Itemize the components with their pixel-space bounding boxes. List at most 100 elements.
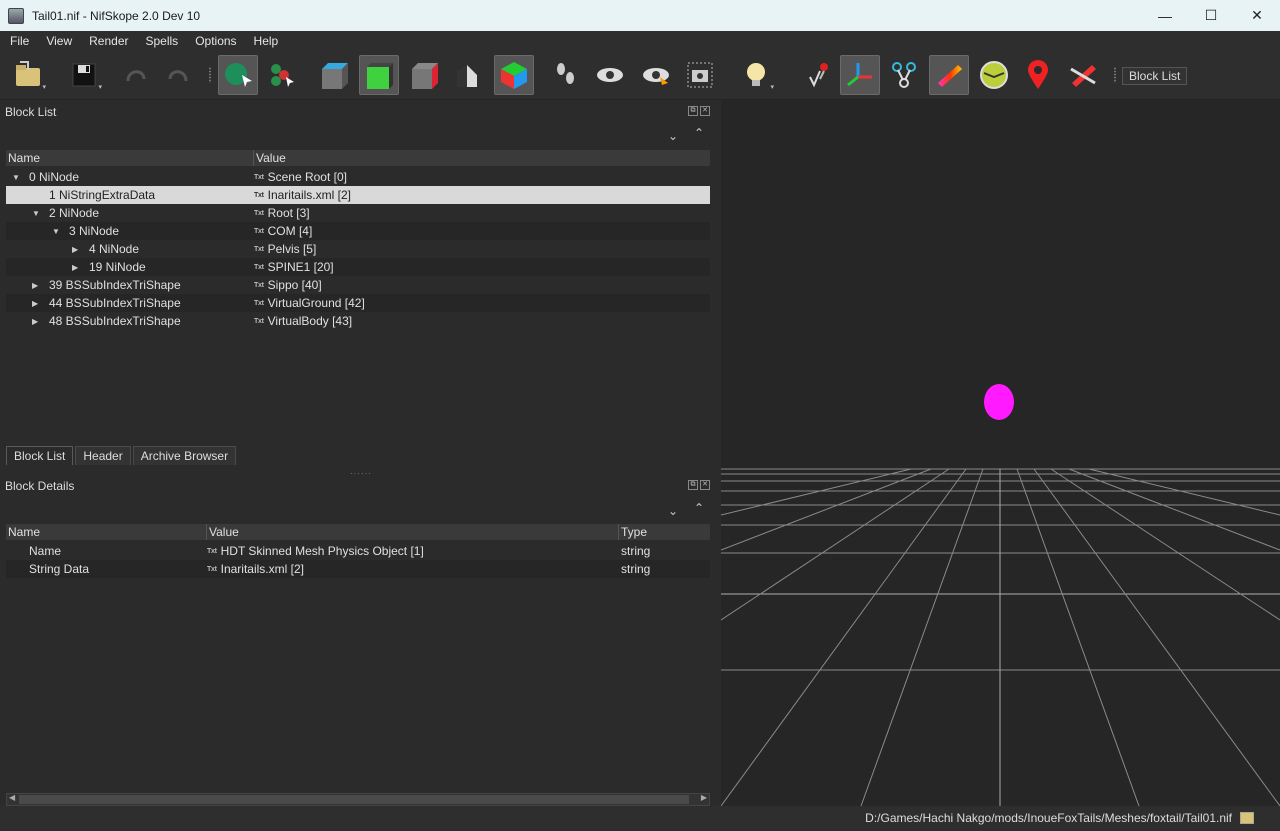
show-collision-button[interactable] [929,55,969,95]
expand-arrow-icon[interactable]: ▶ [32,317,38,326]
minimize-button[interactable]: — [1142,0,1188,31]
toolbar-grip[interactable] [208,67,212,83]
show-axes-button[interactable] [798,55,838,95]
tab-block-list[interactable]: Block List [6,446,74,465]
menu-file[interactable]: File [0,34,36,48]
collapse-all-button[interactable]: ⌃ [694,126,704,140]
undo-button[interactable] [116,55,156,95]
tree-row[interactable]: ▶ 48 BSSubIndexTriShape Txt VirtualBody [4… [6,312,710,330]
expand-arrow-icon[interactable]: ▶ [32,299,38,308]
tree-row[interactable]: ▶ 4 NiNode Txt Pelvis [5] [6,240,710,258]
column-type-header[interactable]: Type [619,524,710,540]
toolbar-grip-2[interactable] [1113,67,1117,83]
scroll-left-arrow-icon[interactable]: ◀ [9,793,15,802]
block-list-dock-buttons: ⧉ ✕ [688,106,710,116]
detail-row[interactable]: String Data Txt Inaritails.xml [2] string [6,560,710,578]
tab-header[interactable]: Header [75,446,131,465]
menu-render[interactable]: Render [79,34,135,48]
panel-splitter-handle[interactable]: ······ [350,469,372,478]
menu-view[interactable]: View [36,34,79,48]
menu-options[interactable]: Options [185,34,243,48]
walk-button[interactable] [546,55,586,95]
scroll-right-arrow-icon[interactable]: ▶ [701,793,707,802]
show-bones-button[interactable] [884,55,924,95]
undo-icon [126,70,146,82]
detail-row[interactable]: Name Txt HDT Skinned Mesh Physics Object … [6,542,710,560]
redo-icon [168,70,188,82]
clock-icon [980,61,1008,89]
view-walk-button[interactable] [449,55,489,95]
float-panel-icon[interactable]: ⧉ [688,480,698,490]
screenshot-button[interactable] [680,55,720,95]
menu-spells[interactable]: Spells [136,34,186,48]
expand-arrow-icon[interactable]: ▶ [32,281,38,290]
collapse-arrow-icon[interactable]: ▼ [12,173,20,182]
main-toolbar: ▾ ▾ ▾ Block List [0,51,1280,100]
float-panel-icon[interactable]: ⧉ [688,106,698,116]
show-markers-button[interactable] [1018,55,1058,95]
view-red-side-button[interactable] [404,55,444,95]
block-details-table[interactable]: Name Value Type Name Txt HDT Skinned Mesh… [6,524,710,578]
lighting-button[interactable]: ▾ [736,55,776,95]
tree-row[interactable]: ▶ 44 BSSubIndexTriShape Txt VirtualGround … [6,294,710,312]
footsteps-icon [557,63,574,84]
text-type-icon: Txt [207,565,217,573]
column-value-header[interactable]: Value [207,524,619,540]
select-object-button[interactable] [218,55,258,95]
pink-marker-object[interactable] [984,384,1014,420]
collapse-arrow-icon[interactable]: ▼ [52,227,60,236]
cube-rgb-icon [501,62,527,89]
maximize-button[interactable]: ☐ [1188,0,1234,31]
tree-row[interactable]: ▼ 0 NiNode Txt Scene Root [0] [6,168,710,186]
details-expand-all-button[interactable]: ⌄ [668,504,678,518]
render-viewport[interactable] [721,100,1280,806]
block-list-tree[interactable]: Name Value ▼ 0 NiNode Txt Scene Root [0] 1… [6,150,710,330]
tree-row[interactable]: ▶ 39 BSSubIndexTriShape Txt Sippo [40] [6,276,710,294]
block-list-header: Name Value [6,150,710,167]
expand-arrow-icon[interactable]: ▶ [72,245,78,254]
hide-markers-button[interactable] [1063,55,1103,95]
collapse-arrow-icon[interactable]: ▼ [32,209,40,218]
text-type-icon: Txt [254,191,264,199]
show-hidden-button[interactable] [590,55,630,95]
detail-value: Inaritails.xml [2] [220,562,304,576]
folder-icon [16,61,40,86]
close-panel-icon[interactable]: ✕ [700,106,710,116]
menu-help[interactable]: Help [244,34,286,48]
scrollbar-thumb[interactable] [19,795,689,804]
text-type-icon: Txt [254,263,264,271]
text-type-icon: Txt [254,299,264,307]
show-nodes-button[interactable] [636,55,676,95]
close-button[interactable]: ✕ [1234,0,1280,31]
view-green-box-button[interactable] [359,55,399,95]
axes-button[interactable] [840,55,880,95]
column-name-header[interactable]: Name [6,524,207,540]
column-name-header[interactable]: Name [6,150,254,166]
tree-row[interactable]: ▼ 2 NiNode Txt Root [3] [6,204,710,222]
open-file-button[interactable]: ▾ [8,55,48,95]
tree-row-selected[interactable]: 1 NiStringExtraData Txt Inaritails.xml [2… [6,186,710,204]
tab-archive-browser[interactable]: Archive Browser [132,446,237,465]
select-vertex-button[interactable] [262,55,302,95]
close-panel-icon[interactable]: ✕ [700,480,710,490]
show-constraints-button[interactable] [974,55,1014,95]
tree-row[interactable]: ▶ 19 NiNode Txt SPINE1 [20] [6,258,710,276]
block-list-toolbar-button[interactable]: Block List [1122,67,1188,85]
viewport-scene[interactable] [721,100,1280,806]
folder-icon[interactable] [1240,812,1254,824]
tree-row[interactable]: ▼ 3 NiNode Txt COM [4] [6,222,710,240]
view-grey-box-button[interactable] [314,55,354,95]
eye-orange-icon [643,68,669,85]
view-user-button[interactable] [494,55,534,95]
title-bar: Tail01.nif - NifSkope 2.0 Dev 10 — ☐ ✕ [0,0,1280,31]
details-horizontal-scrollbar[interactable]: ◀ ▶ [6,793,710,806]
lightbulb-icon [747,63,765,86]
redo-button[interactable] [158,55,198,95]
column-value-header[interactable]: Value [254,150,710,166]
expand-all-button[interactable]: ⌄ [668,129,678,143]
block-details-dock-buttons: ⧉ ✕ [688,480,710,490]
save-file-button[interactable]: ▾ [64,55,104,95]
expand-arrow-icon[interactable]: ▶ [72,263,78,272]
details-collapse-all-button[interactable]: ⌃ [694,501,704,515]
text-type-icon: Txt [254,245,264,253]
